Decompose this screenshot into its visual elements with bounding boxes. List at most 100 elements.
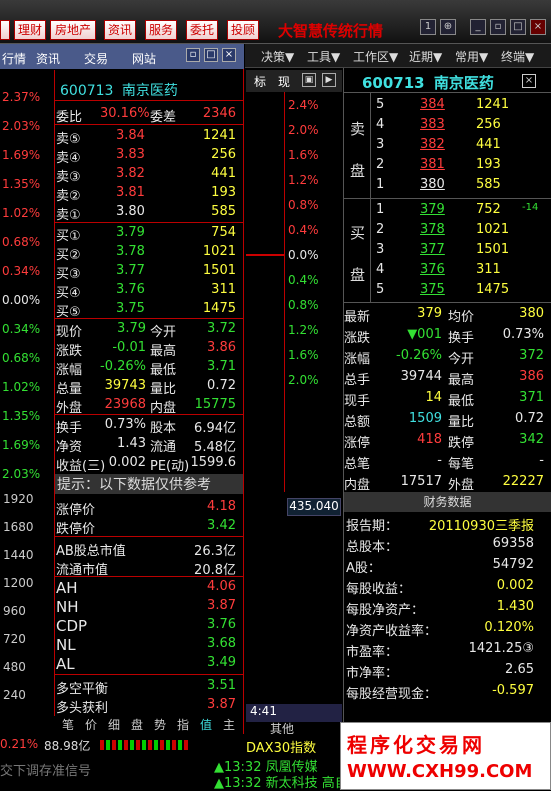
ask-volume: 256 [211, 147, 236, 162]
maximize-icon[interactable]: □ [510, 19, 526, 35]
menu-recent[interactable]: 近期▼ [409, 48, 442, 65]
tab-website[interactable]: 网站 [132, 50, 156, 67]
stat-value: -0.26% [396, 348, 442, 363]
stock-header: 600713 南京医药 [60, 80, 240, 100]
stat-label: 涨幅 [344, 352, 371, 367]
fin-label: 报告期： [346, 519, 399, 534]
financial-data-tab[interactable]: 财务数据 [344, 492, 551, 512]
stat-value: 39743 [104, 378, 146, 393]
fin-label: 净资产收益率： [346, 624, 438, 639]
minimize-icon[interactable]: _ [470, 19, 486, 35]
tab-quote[interactable]: 行情 [2, 50, 26, 67]
stat-label: PE(动) [150, 459, 190, 474]
restore-icon[interactable]: ▫ [186, 48, 200, 62]
fin-row: 每股净资产： 1.430 [344, 597, 544, 618]
bid-row: 买⑤ 3.75 1475 [56, 299, 240, 320]
stat-value: 0.72 [207, 378, 236, 393]
fin-value: 69358 [492, 536, 534, 551]
tab-now[interactable]: 现 [278, 73, 290, 90]
label: 委差 [150, 110, 177, 125]
stat-value: 17517 [400, 474, 442, 489]
toolbar-edge [0, 20, 10, 40]
axis-pct-label: 1.6% [288, 348, 319, 362]
fin-row: 净资产收益率： 0.120% [344, 618, 544, 639]
bottom-tab[interactable]: 势 [149, 716, 171, 734]
chart-icon[interactable]: ▣ [302, 73, 316, 87]
toolbar-button-trade[interactable]: 委托 [186, 20, 218, 40]
bottom-tab[interactable]: 指 [172, 716, 194, 734]
stat-value: 342 [519, 432, 544, 447]
menu-tools[interactable]: 工具▼ [307, 48, 340, 65]
stat-row: 涨跌 -0.01 最高 3.86 [56, 338, 240, 359]
ind-label: CDP [56, 617, 88, 635]
play-icon[interactable]: ▶ [322, 73, 336, 87]
bid-row: 5 375 1475 [344, 280, 544, 301]
bottom-tab[interactable]: 盘 [126, 716, 148, 734]
fin-row: 市盈率： 1421.25③ [344, 639, 544, 660]
app-title: 大智慧传统行情 [278, 22, 384, 40]
toolbar-button-service[interactable]: 服务 [145, 20, 177, 40]
bottom-tab[interactable]: 主 [218, 716, 240, 734]
tab-trade[interactable]: 交易 [84, 50, 108, 67]
stat-label: 总额 [344, 415, 371, 430]
menu-decision[interactable]: 决策▼ [261, 48, 294, 65]
bottom-tab[interactable]: 价 [80, 716, 102, 734]
fin-label: 每股收益： [346, 582, 412, 597]
ind-value: 3.87 [207, 697, 236, 712]
menu-workspace[interactable]: 工作区▼ [353, 48, 398, 65]
ind-value: 4.06 [207, 579, 236, 594]
stat-row: 收益(三) 0.002 PE(动) 1599.6 [56, 453, 240, 474]
axis-pct-label: 0.34% [2, 322, 41, 336]
fin-label: 市盈率： [346, 645, 399, 660]
close-icon[interactable]: × [522, 74, 536, 88]
stat-row: 外盘 23968 内盘 15775 [56, 395, 240, 416]
ask-volume: 441 [211, 166, 236, 181]
ask-price: 3.81 [116, 185, 145, 200]
stat-value: 379 [417, 306, 442, 321]
ask-price: 384 [420, 97, 445, 112]
toolbar-button-realestate[interactable]: 房地产 [50, 20, 96, 40]
restore-icon[interactable]: ▫ [490, 19, 506, 35]
toolbar-button-advisor[interactable]: 投顾 [227, 20, 259, 40]
tab-news[interactable]: 资讯 [36, 50, 60, 67]
ask-price: 3.82 [116, 166, 145, 181]
target-icon[interactable]: ⊕ [440, 19, 456, 35]
bid-volume: 311 [211, 282, 236, 297]
market-value-row: AB股总市值 26.3亿 [56, 538, 240, 559]
ask-volume: 585 [211, 204, 236, 219]
bottom-tab[interactable]: 笔 [57, 716, 79, 734]
maximize-icon[interactable]: □ [204, 48, 218, 62]
stat-value: -0.01 [112, 340, 146, 355]
fin-value: 2.65 [505, 662, 534, 677]
stat-label: 均价 [448, 310, 475, 325]
ask-price: 3.84 [116, 128, 145, 143]
menu-common[interactable]: 常用▼ [455, 48, 488, 65]
close-icon[interactable]: × [222, 48, 236, 62]
stat-label: 最低 [448, 394, 475, 409]
fin-row: 总股本： 69358 [344, 534, 544, 555]
bid-volume: 1501 [476, 242, 510, 257]
indicator-row: 多空平衡 3.51 [56, 676, 240, 697]
bottom-tab[interactable]: 值 [195, 716, 217, 734]
stat-label: 最高 [448, 373, 475, 388]
toolbar-button-licai[interactable]: 理财 [14, 20, 46, 40]
axis-pct-label: 0.4% [288, 273, 319, 287]
bid-label: 买⑤ [56, 305, 81, 320]
toolbar-button-news[interactable]: 资讯 [104, 20, 136, 40]
ind-value: 3.68 [207, 636, 236, 651]
stat-row: 涨跌 ▼001 换手 0.73% [344, 325, 544, 346]
bottom-tab[interactable]: 细 [103, 716, 125, 734]
ask-row: 卖② 3.81 193 [56, 183, 240, 204]
ask-price: 3.83 [116, 147, 145, 162]
menu-terminal[interactable]: 终端▼ [501, 48, 534, 65]
menu-bar: 决策▼ 工具▼ 工作区▼ 近期▼ 常用▼ 终端▼ [245, 44, 551, 68]
window-icon[interactable]: 1 [420, 19, 436, 35]
status-pct: 0.21% [0, 737, 39, 751]
tab-mark[interactable]: 标 [254, 73, 266, 90]
volume-bars [100, 740, 190, 750]
ask-volume: 441 [476, 137, 501, 152]
axis-vol-label: 720 [3, 632, 26, 646]
stat-label: 外盘 [448, 478, 475, 493]
close-icon[interactable]: × [530, 19, 546, 35]
ask-volume: 585 [476, 177, 501, 192]
